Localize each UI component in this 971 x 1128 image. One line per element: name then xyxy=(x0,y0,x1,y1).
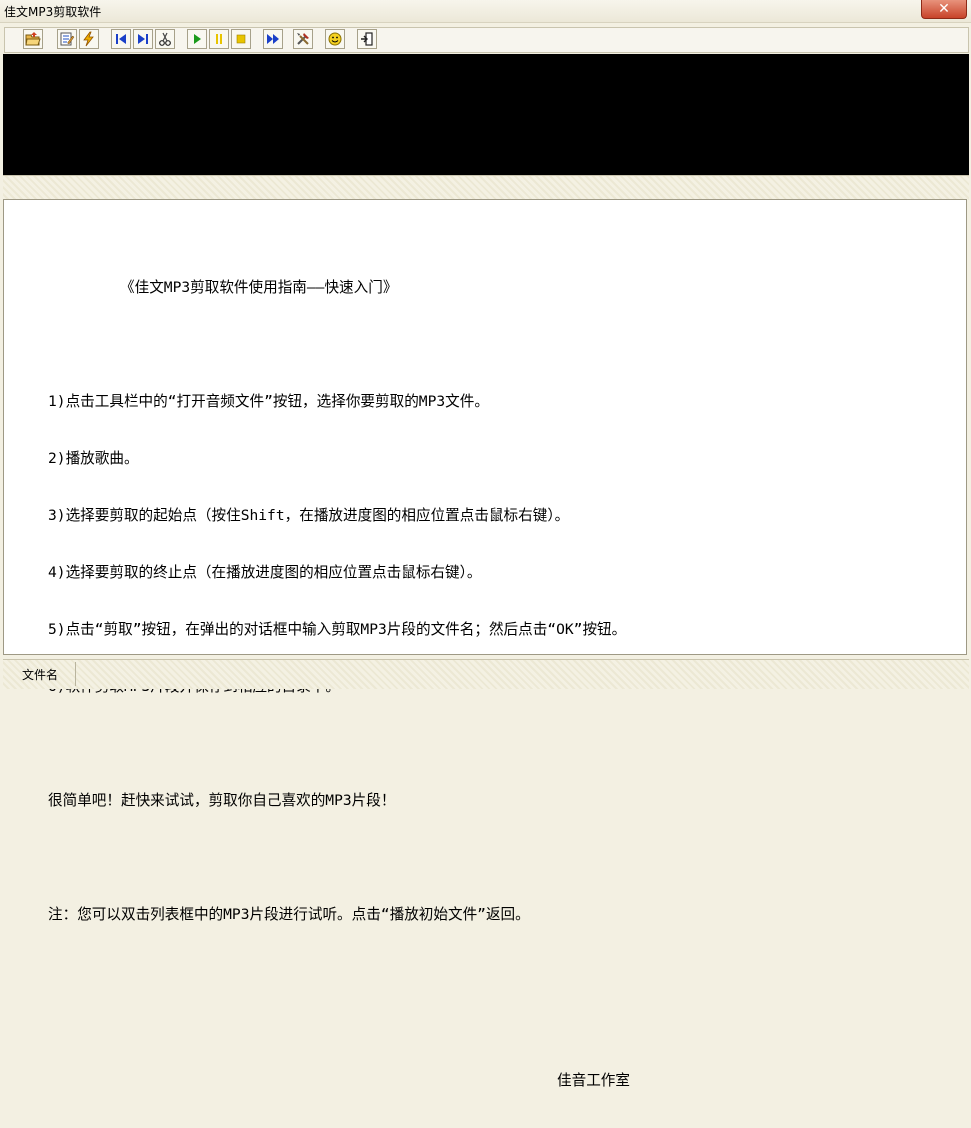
toolbar xyxy=(4,27,969,53)
lightning-icon xyxy=(83,31,94,47)
playback-progress-display[interactable] xyxy=(3,54,969,175)
skip-forward-icon xyxy=(138,34,148,44)
lightning-button[interactable] xyxy=(79,29,99,49)
open-folder-icon xyxy=(25,32,41,46)
next-button[interactable] xyxy=(133,29,153,49)
fast-forward-button[interactable] xyxy=(263,29,283,49)
fast-forward-icon xyxy=(267,34,279,44)
guide-step: 4)选择要剪取的终止点（在播放进度图的相应位置点击鼠标右键）。 xyxy=(48,564,482,581)
play-button[interactable] xyxy=(187,29,207,49)
mp3-clip-list[interactable]: 《佳文MP3剪取软件使用指南——快速入门》 1)点击工具栏中的“打开音频文件”按… xyxy=(3,199,967,1089)
progress-strip xyxy=(3,175,969,200)
edit-note-icon xyxy=(60,32,75,46)
pause-button[interactable] xyxy=(209,29,229,49)
skip-back-icon xyxy=(116,34,126,44)
cut-button[interactable] xyxy=(155,29,175,49)
play-icon xyxy=(194,34,201,44)
edit-button[interactable] xyxy=(57,29,77,49)
close-icon: ✕ xyxy=(938,1,950,17)
guide-step: 2)播放歌曲。 xyxy=(48,450,139,467)
window-title: 佳文MP3剪取软件 xyxy=(4,5,102,19)
pause-icon xyxy=(216,34,222,44)
studio-signature: 佳音工作室 xyxy=(557,1072,630,1089)
smiley-icon xyxy=(328,32,342,46)
guide-step: 1)点击工具栏中的“打开音频文件”按钮，选择你要剪取的MP3文件。 xyxy=(48,393,489,410)
filename-label: 文件名 xyxy=(5,662,76,686)
open-audio-file-button[interactable] xyxy=(23,29,43,49)
previous-button[interactable] xyxy=(111,29,131,49)
guide-step: 5)点击“剪取”按钮，在弹出的对话框中输入剪取MP3片段的文件名；然后点击“OK… xyxy=(48,621,627,638)
exit-door-icon xyxy=(361,32,373,46)
guide-note: 注：您可以双击列表框中的MP3片段进行试听。点击“播放初始文件”返回。 xyxy=(48,906,530,923)
settings-button[interactable] xyxy=(293,29,313,49)
stop-icon xyxy=(236,34,246,44)
guide-step: 3)选择要剪取的起始点（按住Shift，在播放进度图的相应位置点击鼠标右键）。 xyxy=(48,507,570,524)
guide-encourage: 很简单吧！赶快来试试，剪取你自己喜欢的MP3片段！ xyxy=(48,792,396,809)
stop-button[interactable] xyxy=(231,29,251,49)
scissors-icon xyxy=(159,32,171,46)
status-bar: 文件名 xyxy=(3,659,969,689)
title-bar: 佳文MP3剪取软件 ✕ xyxy=(0,0,971,23)
about-button[interactable] xyxy=(325,29,345,49)
close-button[interactable]: ✕ xyxy=(921,0,967,19)
guide-title: 《佳文MP3剪取软件使用指南——快速入门》 xyxy=(120,279,398,296)
exit-button[interactable] xyxy=(357,29,377,49)
tools-icon xyxy=(297,33,309,45)
